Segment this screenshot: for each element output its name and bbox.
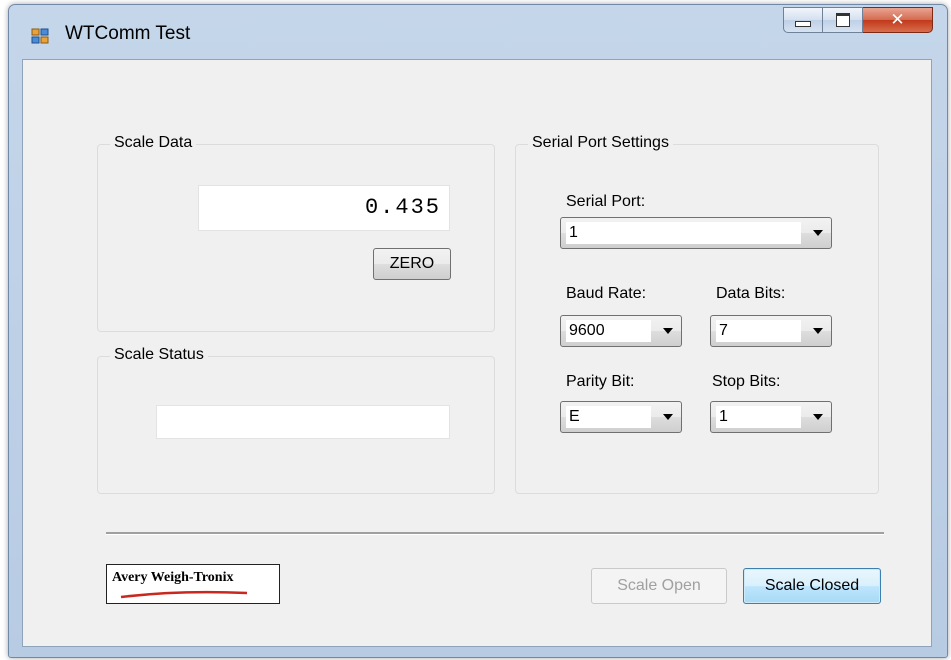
weight-display[interactable]: 0.435	[198, 185, 450, 231]
close-button[interactable]: ✕	[863, 7, 933, 33]
scale-data-group-label: Scale Data	[110, 134, 197, 152]
stop-bits-value: 1	[716, 406, 801, 428]
scale-open-button[interactable]: Scale Open	[591, 568, 727, 604]
parity-bit-value: E	[566, 406, 651, 428]
caption-buttons: ✕	[783, 7, 933, 33]
chevron-down-icon	[813, 414, 823, 420]
data-bits-select[interactable]: 7	[710, 315, 832, 347]
logo-swoosh-icon	[120, 590, 248, 599]
maximize-icon	[835, 13, 850, 27]
minimize-icon	[795, 21, 811, 27]
stop-bits-label: Stop Bits:	[712, 373, 781, 390]
chevron-down-icon	[663, 328, 673, 334]
scale-status-group-label: Scale Status	[110, 346, 208, 364]
serial-port-settings-group: Serial Port Settings Serial Port: 1 Baud…	[515, 134, 879, 494]
scale-status-field[interactable]	[156, 405, 450, 439]
window-title: WTComm Test	[65, 23, 191, 44]
chevron-down-icon	[813, 230, 823, 236]
horizontal-divider	[106, 532, 884, 535]
serial-port-value: 1	[566, 222, 801, 244]
app-window-icon[interactable]	[31, 27, 49, 45]
maximize-button[interactable]	[823, 7, 863, 33]
baud-rate-select[interactable]: 9600	[560, 315, 682, 347]
parity-bit-select[interactable]: E	[560, 401, 682, 433]
scale-closed-button[interactable]: Scale Closed	[743, 568, 881, 604]
logo-text: Avery Weigh-Tronix	[112, 570, 234, 585]
data-bits-label: Data Bits:	[716, 285, 786, 302]
app-window: WTComm Test ✕ Scale Data 0.435 ZERO Scal…	[8, 4, 948, 658]
chevron-down-icon	[663, 414, 673, 420]
serial-port-label: Serial Port:	[566, 193, 646, 210]
serial-port-select[interactable]: 1	[560, 217, 832, 249]
parity-bit-label: Parity Bit:	[566, 373, 635, 390]
company-logo: Avery Weigh-Tronix	[106, 564, 280, 604]
serial-port-settings-group-label: Serial Port Settings	[528, 134, 673, 152]
title-bar[interactable]: WTComm Test ✕	[9, 5, 947, 63]
minimize-button[interactable]	[783, 7, 823, 33]
chevron-down-icon	[813, 328, 823, 334]
scale-data-group: Scale Data 0.435 ZERO	[97, 134, 495, 332]
data-bits-value: 7	[716, 320, 801, 342]
baud-rate-value: 9600	[566, 320, 651, 342]
client-area: Scale Data 0.435 ZERO Scale Status Seria…	[22, 59, 932, 647]
baud-rate-label: Baud Rate:	[566, 285, 647, 302]
zero-button[interactable]: ZERO	[373, 248, 451, 280]
scale-status-group: Scale Status	[97, 346, 495, 494]
close-icon: ✕	[890, 10, 905, 30]
stop-bits-select[interactable]: 1	[710, 401, 832, 433]
